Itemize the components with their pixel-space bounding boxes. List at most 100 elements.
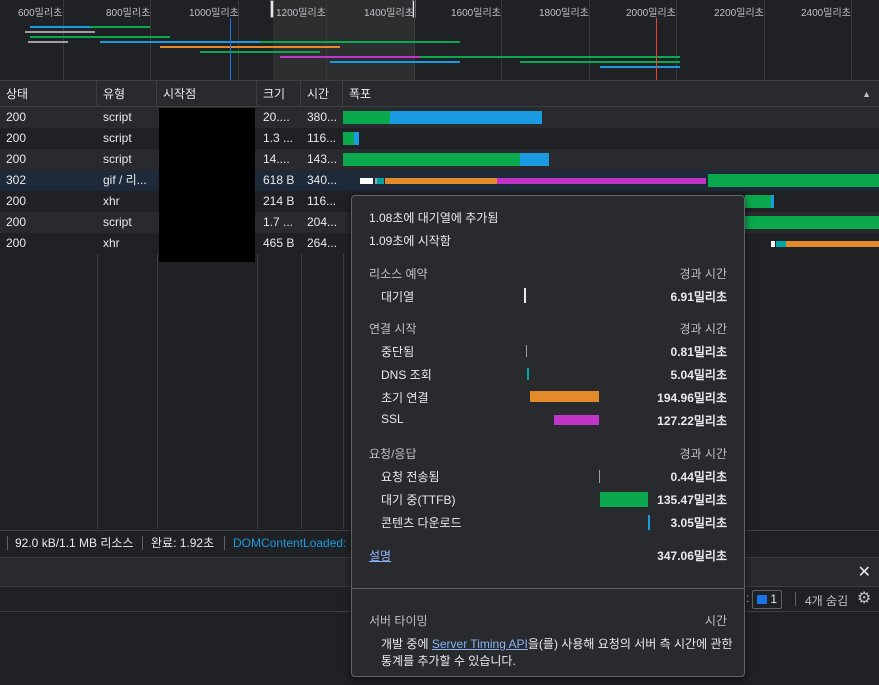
stalled-bar [526, 345, 527, 357]
time-cell: 143... [307, 152, 338, 166]
timing-label: 대기열 [381, 290, 415, 304]
size-cell: 1.7 ... [263, 215, 294, 229]
timing-label: 초기 연결 [381, 391, 429, 405]
tick-label: 600밀리초 [18, 8, 63, 19]
time-cell: 264... [307, 236, 338, 250]
tick-label: 1800밀리초 [539, 8, 589, 19]
section-title: 리소스 예약 [369, 267, 428, 281]
tick-label: 2200밀리초 [714, 8, 764, 19]
table-row[interactable]: 200 script 14.... 143... [0, 149, 879, 170]
column-header-time[interactable]: 시간 [301, 81, 343, 107]
dom-content-loaded: DOMContentLoaded: [233, 536, 347, 550]
timing-value: 135.47밀리초 [657, 493, 727, 507]
close-icon[interactable]: ✕ [858, 562, 871, 582]
gear-icon[interactable]: ⚙ [857, 588, 871, 608]
tick-label: 2000밀리초 [626, 8, 676, 19]
timing-tooltip: 1.08초에 대기열에 추가됨 1.09초에 시작함 리소스 예약 경과 시간 … [351, 195, 745, 677]
hidden-count: 4개 숨김 [805, 594, 849, 608]
timing-value: 127.22밀리초 [657, 414, 727, 428]
timing-label: 콘텐츠 다운로드 [381, 516, 462, 530]
section-title: 요청/응답 [369, 447, 417, 461]
size-cell: 465 B [263, 236, 295, 250]
status-cell: 200 [6, 152, 27, 166]
text-after: 을(를) 사용해 요청의 서버 측 시간에 관한 [527, 637, 733, 651]
size-cell: 214 B [263, 194, 295, 208]
finish-time: 완료: 1.92초 [151, 536, 215, 550]
dns-bar [527, 368, 529, 380]
section-title: 연결 시작 [369, 322, 417, 336]
type-cell: script [103, 215, 132, 229]
type-cell: script [103, 152, 132, 166]
total-time: 347.06밀리초 [657, 549, 727, 563]
tick-label: 1400밀리초 [364, 8, 414, 19]
table-row[interactable]: 200 script 20.... 380... [0, 107, 879, 128]
tick-label: 1200밀리초 [276, 8, 326, 19]
size-cell: 20.... [263, 110, 290, 124]
time-cell: 204... [307, 215, 338, 229]
timing-value: 0.81밀리초 [670, 345, 727, 359]
table-row[interactable]: 200 script 1.3 ... 116... [0, 128, 879, 149]
timing-label: DNS 조회 [381, 368, 432, 382]
column-header-waterfall[interactable]: 폭포 ▲ [343, 81, 879, 107]
overview-left-handle[interactable] [270, 0, 274, 18]
tick-label: 1600밀리초 [451, 8, 501, 19]
timing-label: 대기 중(TTFB) [381, 493, 456, 507]
status-cell: 200 [6, 131, 27, 145]
server-timing-description: 개발 중에 Server Timing API을(를) 사용해 요청의 서버 측… [381, 635, 733, 652]
column-header-initiator[interactable]: 시작점 [157, 81, 257, 107]
table-row[interactable]: 302 gif / 리... 618 B 340... [0, 170, 879, 191]
time-cell: 380... [307, 110, 338, 124]
type-cell: script [103, 131, 132, 145]
issues-badge[interactable]: 1 [752, 590, 783, 609]
status-cell: 200 [6, 194, 27, 208]
timing-label: SSL [381, 412, 404, 426]
duration-header: 경과 시간 [679, 267, 728, 281]
column-header-size[interactable]: 크기 [257, 81, 301, 107]
message-icon [757, 595, 767, 605]
timing-value: 194.96밀리초 [657, 391, 727, 405]
timing-value: 6.91밀리초 [670, 290, 727, 304]
triangle-up-icon[interactable]: ▲ [862, 81, 871, 107]
explanation-link[interactable]: 설명 [369, 547, 391, 564]
initiator-redacted [159, 108, 255, 262]
connect-bar [530, 391, 599, 402]
size-cell: 14.... [263, 152, 290, 166]
time-cell: 116... [307, 194, 337, 208]
queued-at: 1.08초에 대기열에 추가됨 [369, 211, 499, 225]
tick-label: 800밀리초 [106, 8, 151, 19]
server-timing-api-link[interactable]: Server Timing API [432, 637, 528, 651]
column-header-type[interactable]: 유형 [97, 81, 157, 107]
time-cell: 340... [307, 173, 338, 187]
timing-label: 중단됨 [381, 345, 415, 359]
section-title: 서버 타이밍 [369, 614, 428, 628]
type-cell: gif / 리... [103, 173, 147, 187]
started-at: 1.09초에 시작함 [369, 234, 451, 248]
request-sent-bar [599, 470, 600, 483]
download-bar [648, 515, 650, 530]
timeline-overview[interactable]: 600밀리초 800밀리초 1000밀리초 1200밀리초 1400밀리초 16… [0, 0, 879, 81]
type-cell: xhr [103, 236, 120, 250]
type-cell: script [103, 110, 132, 124]
status-cell: 200 [6, 110, 27, 124]
ssl-bar [554, 415, 599, 425]
column-header-status[interactable]: 상태 [0, 81, 97, 107]
timing-label: 요청 전송됨 [381, 470, 440, 484]
duration-header: 경과 시간 [679, 322, 728, 336]
status-cell: 200 [6, 236, 27, 250]
tick-label: 2400밀리초 [801, 8, 851, 19]
duration-header: 경과 시간 [679, 447, 728, 461]
text-before: 개발 중에 [381, 637, 432, 651]
status-cell: 200 [6, 215, 27, 229]
status-cell: 302 [6, 173, 27, 187]
queue-bar [524, 288, 526, 303]
type-cell: xhr [103, 194, 120, 208]
time-header: 시간 [704, 614, 727, 628]
waterfall-header-label: 폭포 [349, 87, 372, 101]
transferred-summary: 92.0 kB/1.1 MB 리소스 [15, 536, 134, 550]
timing-value: 3.05밀리초 [670, 516, 727, 530]
time-cell: 116... [307, 131, 337, 145]
size-cell: 618 B [263, 173, 295, 187]
ttfb-bar [600, 492, 648, 507]
tick-label: 1000밀리초 [189, 8, 239, 19]
server-timing-description-line2: 통계를 추가할 수 있습니다. [381, 654, 516, 668]
